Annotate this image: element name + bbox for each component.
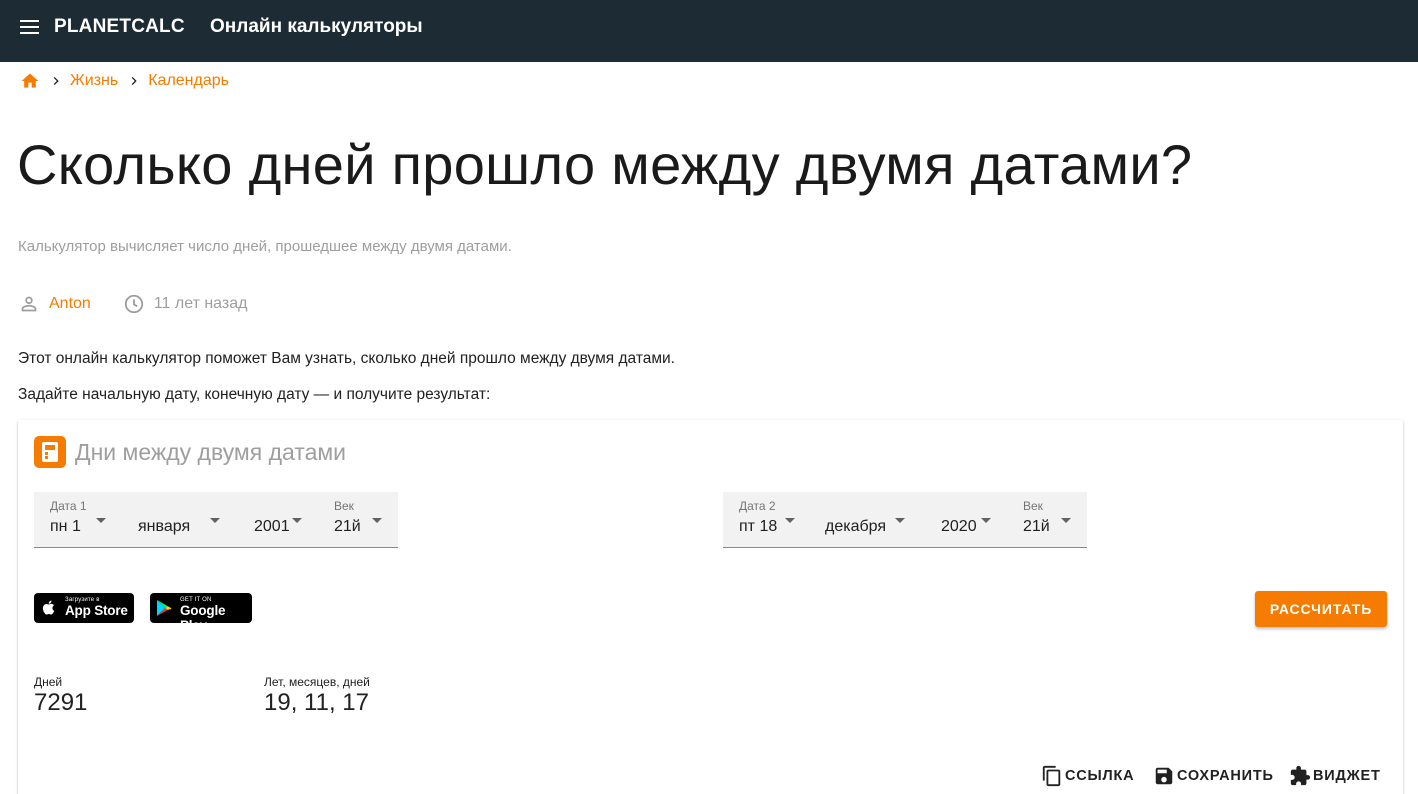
chevron-right-icon [48, 73, 64, 89]
date1-day-value: пн 1 [50, 518, 81, 535]
dropdown-arrow-icon [292, 518, 302, 523]
dropdown-arrow-icon [1061, 518, 1071, 523]
page-title: Сколько дней прошло между двумя датами? [17, 133, 1193, 196]
date1-label: Дата 1 [50, 499, 87, 513]
days-result-label: Дней [34, 675, 63, 689]
widget-button-label: ВИДЖЕТ [1313, 768, 1381, 784]
calculator-title: Дни между двумя датами [75, 439, 347, 465]
link-button[interactable]: ССЫЛКА [1041, 764, 1134, 788]
widget-button[interactable]: ВИДЖЕТ [1289, 764, 1381, 788]
intro-paragraph-1: Этот онлайн калькулятор поможет Вам узна… [18, 350, 675, 367]
dropdown-arrow-icon [372, 518, 382, 523]
dropdown-arrow-icon [895, 518, 905, 523]
date2-century-label: Век [1023, 499, 1043, 513]
link-button-label: ССЫЛКА [1065, 768, 1135, 784]
app-store-big-text: App Store [65, 603, 128, 618]
google-play-badge[interactable]: GET IT ON Google Play [150, 593, 252, 633]
date1-year-select[interactable]: 2001 [238, 492, 318, 548]
ymd-result-label: Лет, месяцев, дней [264, 675, 370, 689]
published-time: 11 лет назад [153, 295, 248, 312]
dropdown-arrow-icon [210, 518, 220, 523]
date1-month-value: января [138, 518, 191, 535]
page-subtitle: Калькулятор вычисляет число дней, прошед… [18, 238, 512, 255]
top-app-bar: PLANETCALC Онлайн калькуляторы [0, 0, 1418, 62]
menu-icon[interactable] [19, 18, 41, 36]
save-button-label: СОХРАНИТЬ [1177, 768, 1274, 784]
date2-century-value: 21й [1023, 518, 1050, 535]
date2-century-select[interactable]: Век 21й [1007, 492, 1087, 548]
date2-month-value: декабря [825, 518, 887, 535]
google-play-big-text: Google Play [180, 603, 226, 633]
home-icon[interactable] [20, 71, 40, 91]
dropdown-arrow-icon [785, 518, 795, 523]
save-button[interactable]: СОХРАНИТЬ [1153, 764, 1274, 788]
nav-title-link[interactable]: Онлайн калькуляторы [210, 16, 423, 38]
date1-century-label: Век [334, 499, 354, 513]
person-icon [18, 293, 40, 315]
date1-day-select[interactable]: Дата 1 пн 1 [34, 492, 122, 548]
calculator-card: Дни между двумя датами Дата 1 пн 1 январ… [18, 420, 1403, 794]
dropdown-arrow-icon [96, 518, 106, 523]
date2-label: Дата 2 [739, 499, 776, 513]
date2-year-value: 2020 [941, 518, 977, 535]
dropdown-arrow-icon [981, 518, 991, 523]
date1-century-select[interactable]: Век 21й [318, 492, 398, 548]
date1-century-value: 21й [334, 518, 361, 535]
calculator-logo-icon [34, 436, 66, 468]
intro-paragraph-2: Задайте начальную дату, конечную дату — … [18, 386, 491, 403]
copy-icon [1041, 765, 1063, 787]
app-store-badge[interactable]: Загрузите в App Store [34, 593, 134, 623]
date2-month-select[interactable]: декабря [809, 492, 925, 548]
save-icon [1153, 765, 1175, 787]
ymd-result-value: 19, 11, 17 [264, 689, 369, 716]
date2-day-select[interactable]: Дата 2 пт 18 [723, 492, 809, 548]
date1-month-select[interactable]: января [122, 492, 238, 548]
calculate-button[interactable]: РАССЧИТАТЬ [1255, 591, 1387, 627]
google-play-icon [156, 599, 172, 622]
days-result-value: 7291 [34, 689, 88, 716]
breadcrumb-link-life[interactable]: Жизнь [70, 72, 118, 90]
author-link[interactable]: Anton [49, 295, 91, 313]
brand-logo-link[interactable]: PLANETCALC [54, 16, 185, 38]
chevron-right-icon [126, 73, 142, 89]
clock-icon [123, 293, 145, 315]
puzzle-icon [1289, 765, 1311, 787]
date2-year-select[interactable]: 2020 [925, 492, 1007, 548]
date1-year-value: 2001 [254, 518, 290, 535]
breadcrumb: Жизнь Календарь [20, 70, 229, 92]
article-meta: Anton 11 лет назад [18, 293, 247, 315]
date2-day-value: пт 18 [739, 518, 778, 535]
breadcrumb-link-calendar[interactable]: Календарь [148, 72, 229, 90]
apple-icon [41, 599, 55, 621]
